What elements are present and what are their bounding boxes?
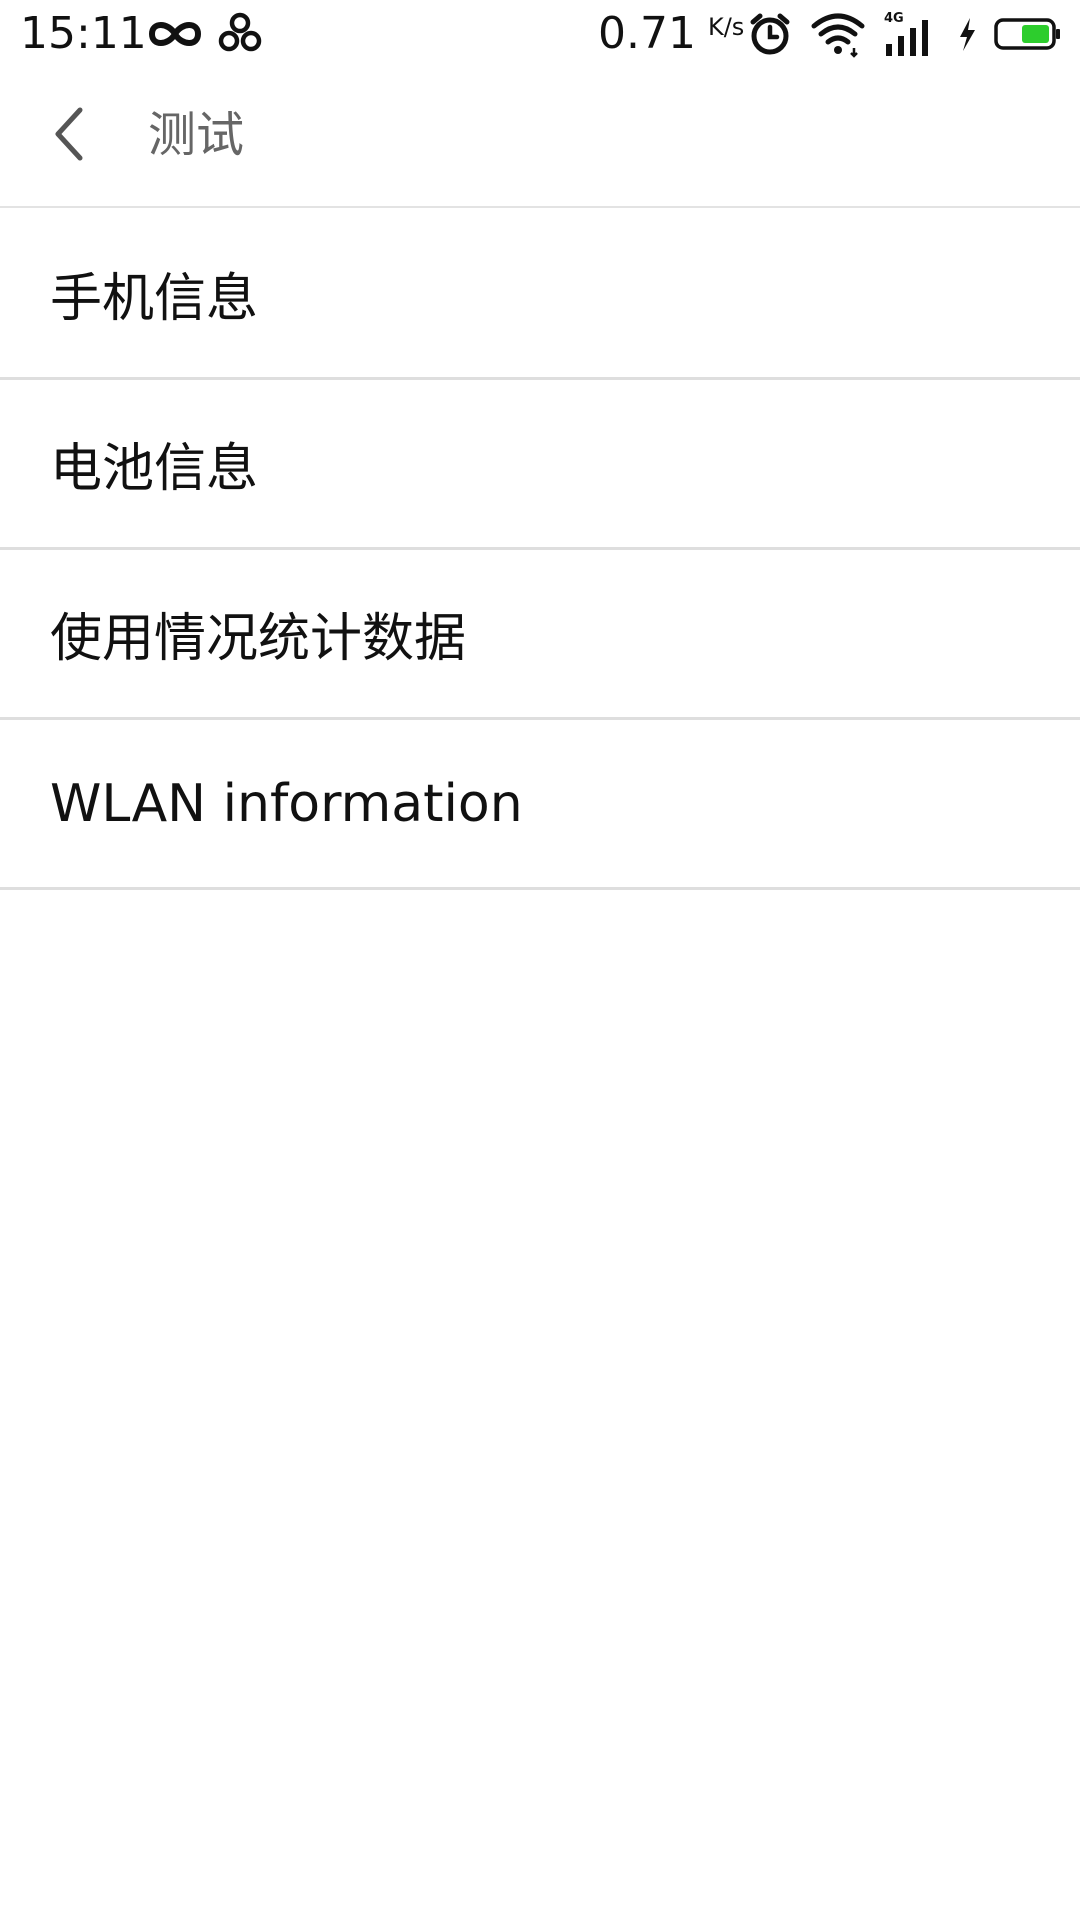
status-bar: 15:11 0.71 K/s 4G bbox=[0, 0, 1080, 68]
toolbar: 测试 bbox=[0, 68, 1080, 208]
list-item-usage-statistics[interactable]: 使用情况统计数据 bbox=[0, 550, 1080, 720]
list-item-label: WLAN information bbox=[50, 773, 523, 834]
charging-bolt-icon bbox=[954, 8, 980, 60]
network-type-label: 4G bbox=[884, 11, 904, 26]
list-item-wlan-information[interactable]: WLAN information bbox=[0, 720, 1080, 890]
status-time: 15:11 bbox=[20, 8, 147, 59]
network-speed-value: 0.71 bbox=[598, 8, 696, 59]
menu-list: 手机信息 电池信息 使用情况统计数据 WLAN information bbox=[0, 210, 1080, 890]
battery-icon bbox=[994, 8, 1062, 60]
chevron-left-icon bbox=[55, 107, 83, 161]
back-button[interactable] bbox=[28, 94, 108, 174]
list-item-battery-info[interactable]: 电池信息 bbox=[0, 380, 1080, 550]
list-item-label: 使用情况统计数据 bbox=[50, 609, 467, 669]
network-speed-unit: K/s bbox=[707, 13, 745, 41]
pinwheel-icon bbox=[216, 8, 264, 60]
page-title: 测试 bbox=[148, 107, 245, 163]
list-item-label: 手机信息 bbox=[50, 269, 259, 329]
signal-4g-icon: 4G bbox=[882, 8, 938, 60]
list-item-label: 电池信息 bbox=[50, 439, 259, 499]
alarm-icon bbox=[744, 8, 796, 60]
infinity-icon bbox=[146, 8, 204, 60]
wifi-icon bbox=[810, 8, 866, 60]
list-item-phone-info[interactable]: 手机信息 bbox=[0, 210, 1080, 380]
network-speed: 0.71 K/s bbox=[598, 8, 744, 60]
